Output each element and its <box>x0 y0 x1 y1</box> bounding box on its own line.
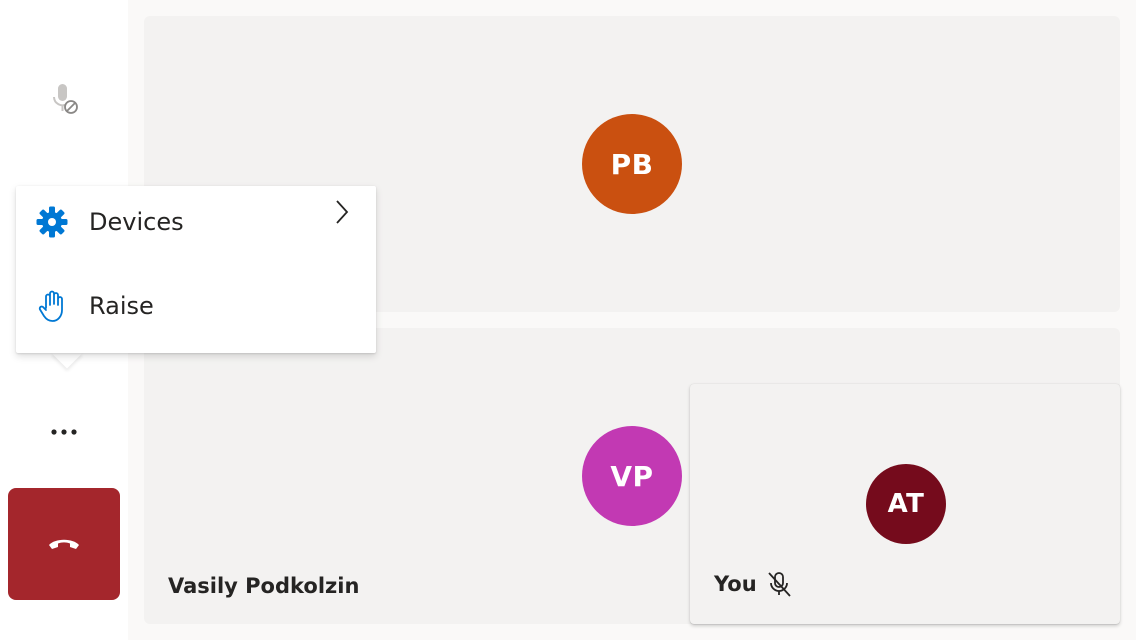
self-name: You <box>714 572 757 596</box>
chevron-right-icon <box>330 196 354 228</box>
menu-item-raise[interactable]: Raise <box>16 270 376 342</box>
menu-item-label: Devices <box>89 208 184 236</box>
more-horizontal-icon <box>51 429 77 435</box>
call-window: PB VP Vasily Podkolzin AT You Devices Ra… <box>0 0 1136 640</box>
more-options-menu: Devices Raise <box>16 186 376 353</box>
self-view-tile[interactable]: AT You <box>690 384 1120 624</box>
avatar: PB <box>582 114 682 214</box>
menu-item-label: Raise <box>89 292 154 320</box>
hang-up-icon <box>49 539 79 549</box>
mute-toggle-button[interactable] <box>40 76 88 120</box>
self-label: You <box>714 570 793 598</box>
avatar: AT <box>866 464 946 544</box>
gear-icon <box>34 204 70 240</box>
raise-hand-icon <box>34 288 70 324</box>
mic-off-icon <box>53 84 78 114</box>
hang-up-button[interactable] <box>8 488 120 600</box>
participant-name: Vasily Podkolzin <box>168 574 360 598</box>
menu-item-devices[interactable]: Devices <box>16 186 376 258</box>
avatar: VP <box>582 426 682 526</box>
more-options-button[interactable] <box>40 412 88 452</box>
mic-off-icon <box>767 572 791 597</box>
